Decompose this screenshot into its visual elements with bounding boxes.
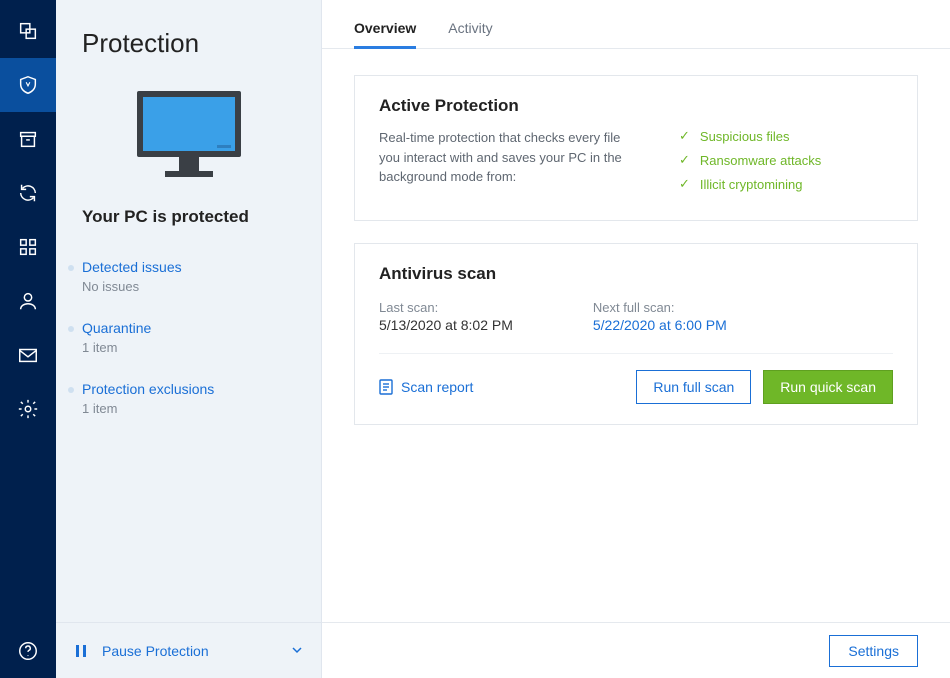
next-scan-link[interactable]: 5/22/2020 at 6:00 PM (593, 317, 727, 333)
nav-item-account[interactable] (0, 274, 56, 328)
gear-icon (17, 398, 39, 420)
nav-item-sync[interactable] (0, 166, 56, 220)
shield-icon (17, 74, 39, 96)
main-area: Overview Activity Active Protection Real… (322, 0, 950, 678)
protection-status: Your PC is protected (56, 199, 321, 247)
run-quick-scan-button[interactable]: Run quick scan (763, 370, 893, 404)
last-scan-value: 5/13/2020 at 8:02 PM (379, 317, 513, 333)
sync-icon (17, 182, 39, 204)
next-scan-label: Next full scan: (593, 300, 727, 315)
check-icon: ✓ (679, 176, 690, 192)
scan-report-link[interactable]: Scan report (379, 379, 473, 395)
page-title: Protection (56, 0, 321, 77)
last-scan-label: Last scan: (379, 300, 513, 315)
nav-item-help[interactable] (0, 624, 56, 678)
settings-button[interactable]: Settings (829, 635, 918, 667)
detected-issues-value: No issues (82, 279, 295, 294)
protection-item: Illicit cryptomining (700, 177, 803, 192)
pause-protection-button[interactable]: Pause Protection (56, 622, 321, 678)
chevron-down-icon (291, 643, 303, 659)
exclusions-value: 1 item (82, 401, 295, 416)
tab-overview[interactable]: Overview (354, 20, 416, 48)
grid-icon (17, 236, 39, 258)
nav-item-settings[interactable] (0, 382, 56, 436)
nav-item-protection[interactable] (0, 58, 56, 112)
quarantine-value: 1 item (82, 340, 295, 355)
active-protection-desc: Real-time protection that checks every f… (379, 128, 639, 200)
monitor-illustration (56, 77, 321, 199)
help-icon (17, 640, 39, 662)
nav-item-mail[interactable] (0, 328, 56, 382)
tab-bar: Overview Activity (322, 0, 950, 49)
quarantine-link[interactable]: Quarantine (82, 320, 295, 336)
nav-item-tools[interactable] (0, 220, 56, 274)
stack-icon (17, 20, 39, 42)
main-footer: Settings (322, 622, 950, 678)
report-icon (379, 379, 393, 395)
check-icon: ✓ (679, 128, 690, 144)
active-protection-list: ✓ Suspicious files ✓ Ransomware attacks ✓ I… (679, 128, 821, 200)
antivirus-title: Antivirus scan (379, 264, 893, 284)
protection-item: Ransomware attacks (700, 153, 821, 168)
pause-icon (74, 644, 88, 658)
pause-protection-label: Pause Protection (102, 643, 209, 659)
protection-item: Suspicious files (700, 129, 790, 144)
nav-item-backup[interactable] (0, 4, 56, 58)
active-protection-card: Active Protection Real-time protection t… (354, 75, 918, 221)
exclusions-link[interactable]: Protection exclusions (82, 381, 295, 397)
antivirus-scan-card: Antivirus scan Last scan: 5/13/2020 at 8… (354, 243, 918, 425)
tab-activity[interactable]: Activity (448, 20, 492, 48)
active-protection-title: Active Protection (379, 96, 893, 116)
run-full-scan-button[interactable]: Run full scan (636, 370, 751, 404)
monitor-icon (129, 85, 249, 185)
detected-issues-link[interactable]: Detected issues (82, 259, 295, 275)
nav-item-archive[interactable] (0, 112, 56, 166)
check-icon: ✓ (679, 152, 690, 168)
side-panel: Protection Your PC is protected Detected… (56, 0, 322, 678)
user-icon (17, 290, 39, 312)
mail-icon (17, 344, 39, 366)
nav-rail (0, 0, 56, 678)
scan-report-label: Scan report (401, 379, 473, 395)
archive-icon (17, 128, 39, 150)
